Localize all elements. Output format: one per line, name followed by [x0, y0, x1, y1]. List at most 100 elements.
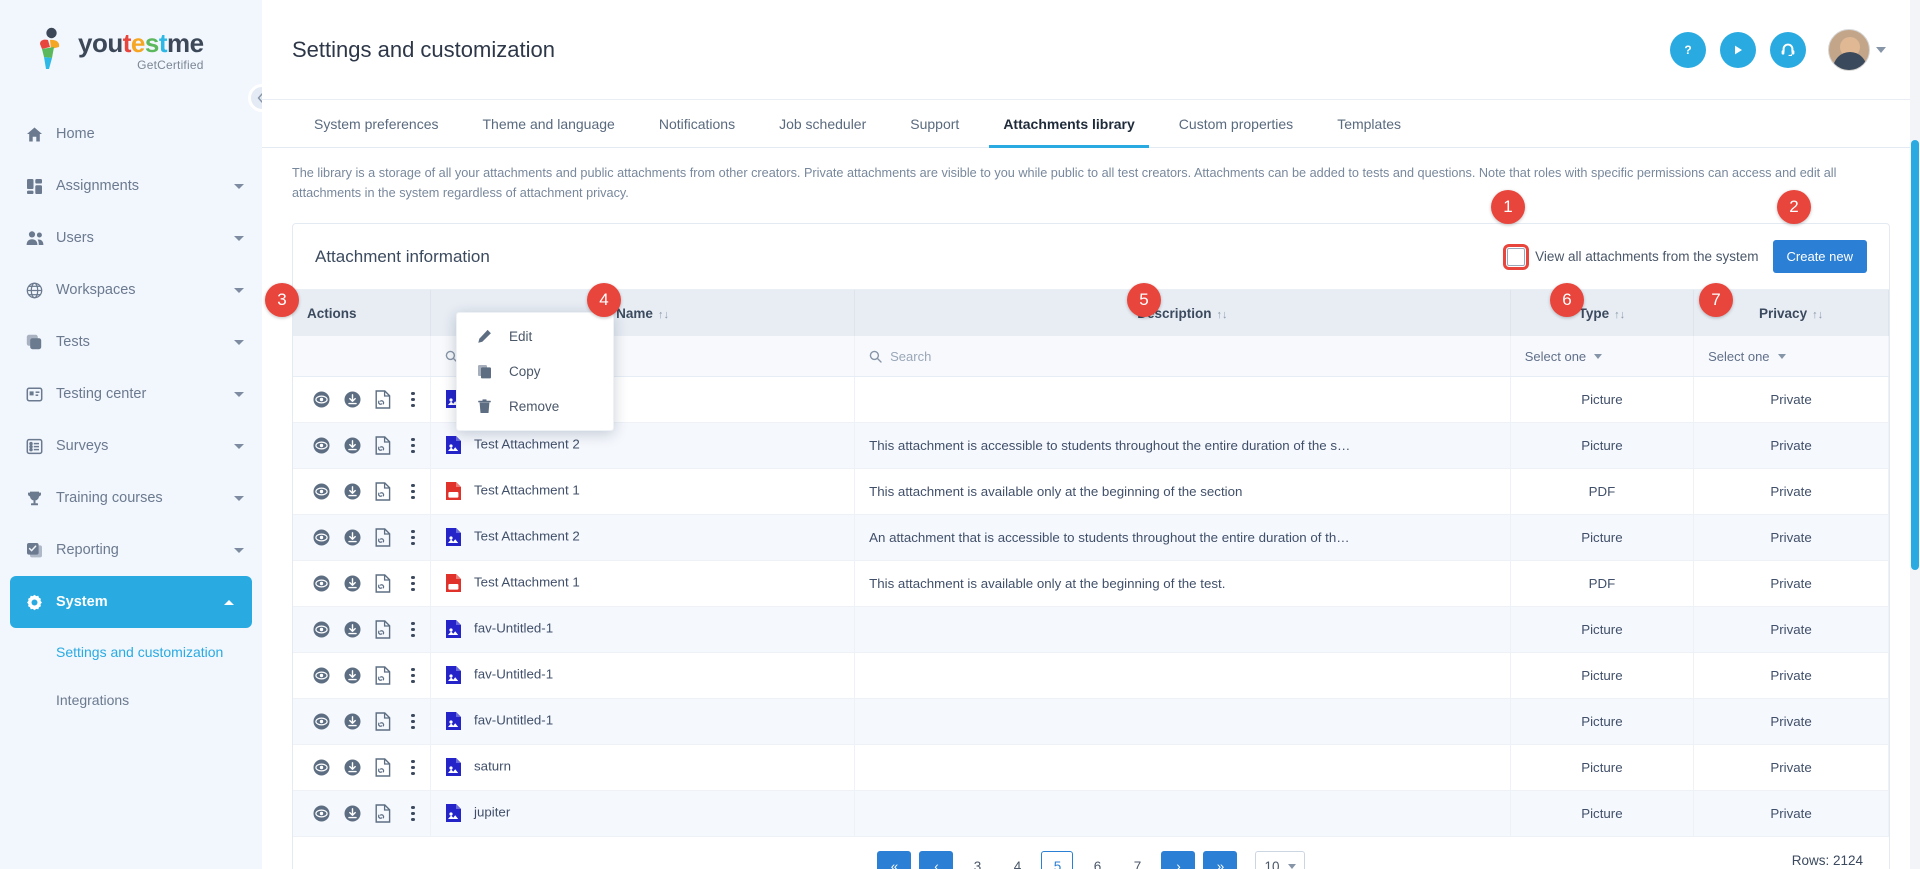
filter-description-cell[interactable]: Search	[854, 336, 1511, 377]
next-page-button[interactable]: ›	[1161, 850, 1196, 869]
sidebar-item-training-courses[interactable]: Training courses	[0, 472, 262, 524]
tab-support[interactable]: Support	[888, 100, 981, 147]
rows-per-page-select[interactable]: 10	[1255, 850, 1305, 869]
context-menu-item-remove[interactable]: Remove	[457, 389, 613, 424]
preview-action[interactable]	[313, 391, 330, 408]
preview-action[interactable]	[313, 713, 330, 730]
preview-action[interactable]	[313, 805, 330, 822]
tab-templates[interactable]: Templates	[1315, 100, 1423, 147]
table-row[interactable]: saturn Picture Private	[293, 744, 1889, 791]
download-action[interactable]	[344, 529, 361, 546]
sidebar-item-assignments[interactable]: Assignments	[0, 160, 262, 212]
preview-action[interactable]	[313, 759, 330, 776]
preview-action[interactable]	[313, 575, 330, 592]
download-action[interactable]	[344, 391, 361, 408]
link-file-action[interactable]	[375, 804, 391, 823]
more-action[interactable]	[405, 805, 421, 822]
more-action[interactable]	[405, 621, 421, 638]
more-action[interactable]	[405, 437, 421, 454]
more-action[interactable]	[405, 529, 421, 546]
page-scrollbar[interactable]	[1910, 0, 1920, 869]
preview-action[interactable]	[313, 483, 330, 500]
sidebar-item-tests[interactable]: Tests	[0, 316, 262, 368]
download-action[interactable]	[344, 621, 361, 638]
more-action[interactable]	[405, 391, 421, 408]
link-file-action[interactable]	[375, 482, 391, 501]
more-action[interactable]	[405, 483, 421, 500]
tab-system-preferences[interactable]: System preferences	[292, 100, 461, 147]
table-row[interactable]: jupiter Picture Private	[293, 790, 1889, 837]
download-action[interactable]	[344, 759, 361, 776]
sidebar-item-workspaces[interactable]: Workspaces	[0, 264, 262, 316]
page-button-4[interactable]: 4	[1001, 850, 1034, 869]
view-all-attachments-control[interactable]: View all attachments from the system	[1503, 243, 1759, 270]
context-menu-item-copy[interactable]: Copy	[457, 354, 613, 389]
link-file-action[interactable]	[375, 712, 391, 731]
scrollbar-thumb[interactable]	[1911, 140, 1919, 570]
sort-icon[interactable]: ↑↓	[1614, 309, 1625, 321]
link-file-action[interactable]	[375, 574, 391, 593]
sidebar-subitem-integrations[interactable]: Integrations	[0, 676, 262, 724]
download-action[interactable]	[344, 575, 361, 592]
table-row[interactable]: Test Attachment 2 An attachment that is a…	[293, 514, 1889, 561]
context-menu-item-edit[interactable]: Edit	[457, 319, 613, 354]
play-button[interactable]	[1720, 31, 1756, 68]
download-action[interactable]	[344, 667, 361, 684]
create-new-button[interactable]: Create new	[1772, 240, 1867, 274]
last-page-button[interactable]: »	[1203, 850, 1238, 869]
sidebar-item-surveys[interactable]: Surveys	[0, 420, 262, 472]
prev-page-button[interactable]: ‹	[919, 850, 954, 869]
table-row[interactable]: Test Attachment 1 This attachment is avai…	[293, 468, 1889, 515]
more-action[interactable]	[405, 759, 421, 776]
tab-notifications[interactable]: Notifications	[637, 100, 757, 147]
link-file-action[interactable]	[375, 528, 391, 547]
sidebar-item-testing-center[interactable]: Testing center	[0, 368, 262, 420]
sidebar-item-users[interactable]: Users	[0, 212, 262, 264]
table-row[interactable]: fav-Untitled-1 Picture Private	[293, 652, 1889, 699]
preview-action[interactable]	[313, 529, 330, 546]
tab-theme-and-language[interactable]: Theme and language	[461, 100, 637, 147]
first-page-button[interactable]: «	[877, 850, 912, 869]
sidebar-item-system[interactable]: System	[10, 576, 252, 628]
download-action[interactable]	[344, 437, 361, 454]
tab-job-scheduler[interactable]: Job scheduler	[757, 100, 888, 147]
column-header-description[interactable]: Description ↑↓	[854, 290, 1511, 337]
link-file-action[interactable]	[375, 390, 391, 409]
column-header-actions[interactable]: Actions	[293, 290, 432, 337]
sidebar-item-reporting[interactable]: Reporting	[0, 524, 262, 576]
preview-action[interactable]	[313, 621, 330, 638]
link-file-action[interactable]	[375, 758, 391, 777]
download-action[interactable]	[344, 483, 361, 500]
sidebar-subitem-settings-and-customization[interactable]: Settings and customization	[0, 628, 262, 676]
link-file-action[interactable]	[375, 436, 391, 455]
tab-custom-properties[interactable]: Custom properties	[1157, 100, 1315, 147]
link-file-action[interactable]	[375, 620, 391, 639]
help-button[interactable]: ?	[1670, 31, 1706, 68]
sort-icon[interactable]: ↑↓	[658, 309, 669, 321]
table-row[interactable]: fav-Untitled-1 Picture Private	[293, 698, 1889, 745]
filter-privacy-cell[interactable]: Select one	[1693, 336, 1889, 377]
table-row[interactable]: Test Attachment 1 This attachment is avai…	[293, 560, 1889, 607]
download-action[interactable]	[344, 713, 361, 730]
sort-icon[interactable]: ↑↓	[1812, 309, 1823, 321]
sort-icon[interactable]: ↑↓	[1217, 309, 1228, 321]
page-button-7[interactable]: 7	[1121, 850, 1154, 869]
more-action[interactable]	[405, 575, 421, 592]
page-button-6[interactable]: 6	[1081, 850, 1114, 869]
column-header-type[interactable]: Type ↑↓	[1510, 290, 1695, 337]
preview-action[interactable]	[313, 667, 330, 684]
table-row[interactable]: fav-Untitled-1 Picture Private	[293, 606, 1889, 653]
brand-logo[interactable]: youtestme GetCertified	[0, 0, 262, 100]
user-menu[interactable]	[1828, 28, 1886, 71]
tab-attachments-library[interactable]: Attachments library	[981, 100, 1156, 148]
sidebar-item-home[interactable]: Home	[0, 108, 262, 160]
page-button-3[interactable]: 3	[961, 850, 994, 869]
page-button-5-current[interactable]: 5	[1041, 850, 1074, 869]
preview-action[interactable]	[313, 437, 330, 454]
filter-type-cell[interactable]: Select one	[1510, 336, 1695, 377]
support-button[interactable]	[1770, 31, 1806, 68]
download-action[interactable]	[344, 805, 361, 822]
link-file-action[interactable]	[375, 666, 391, 685]
view-all-attachments-checkbox[interactable]	[1503, 243, 1530, 270]
more-action[interactable]	[405, 667, 421, 684]
